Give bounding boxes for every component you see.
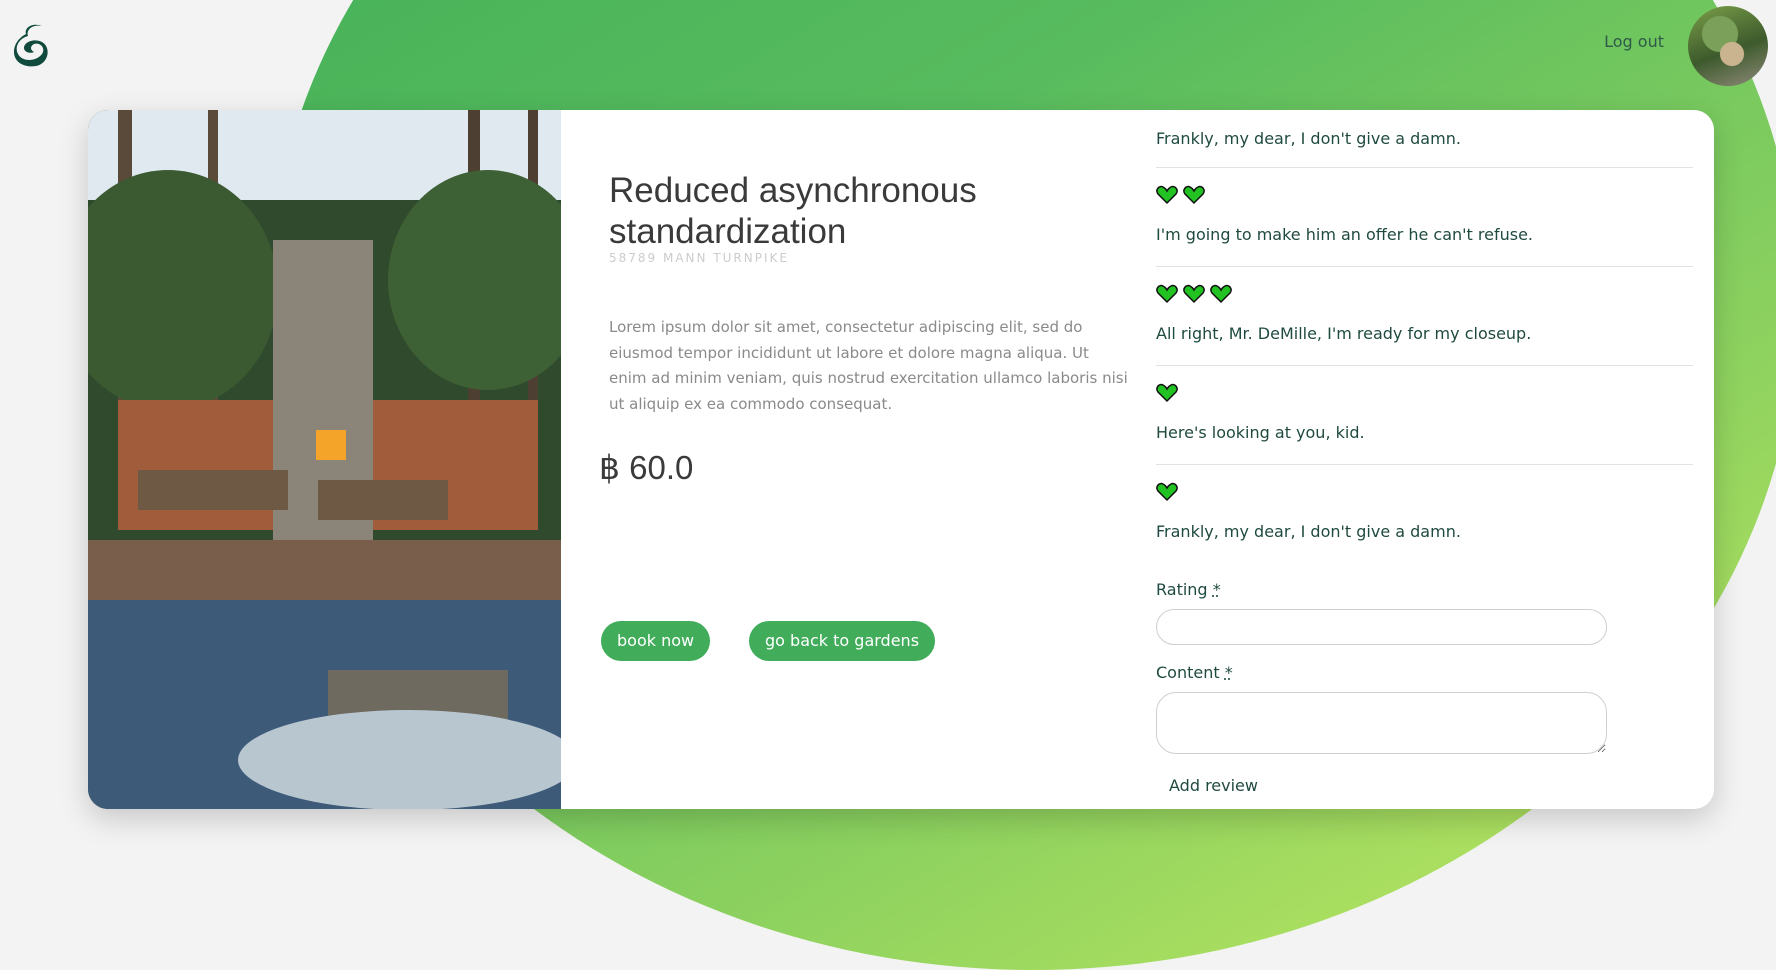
- review-text: Here's looking at you, kid.: [1156, 407, 1693, 464]
- reviews-panel: Frankly, my dear, I don't give a damn. I'…: [1156, 110, 1693, 809]
- review-list: Frankly, my dear, I don't give a damn. I'…: [1156, 110, 1693, 563]
- rating-label: Rating *: [1156, 580, 1693, 599]
- content-label: Content *: [1156, 663, 1693, 682]
- listing-details: Reduced asynchronous standardization 587…: [561, 110, 1226, 809]
- review-text: All right, Mr. DeMille, I'm ready for my…: [1156, 308, 1693, 365]
- garden-photo: [88, 110, 561, 809]
- required-mark: *: [1213, 580, 1221, 599]
- back-to-gardens-button[interactable]: go back to gardens: [749, 621, 935, 661]
- heart-icon: [1156, 482, 1178, 506]
- heart-icon: [1156, 185, 1178, 209]
- review-item: Frankly, my dear, I don't give a damn.: [1156, 465, 1693, 563]
- rating-input[interactable]: [1156, 609, 1607, 645]
- heart-icon: [1183, 185, 1205, 209]
- add-review-button[interactable]: Add review: [1169, 776, 1258, 795]
- heart-icon: [1183, 284, 1205, 308]
- heart-icon: [1156, 383, 1178, 407]
- review-item: I'm going to make him an offer he can't …: [1156, 168, 1693, 267]
- listing-description: Lorem ipsum dolor sit amet, consectetur …: [609, 315, 1129, 417]
- review-item: Here's looking at you, kid.: [1156, 366, 1693, 465]
- listing-card: Reduced asynchronous standardization 587…: [88, 110, 1714, 809]
- listing-title: Reduced asynchronous standardization: [609, 170, 1049, 252]
- review-rating: [1156, 267, 1693, 308]
- review-text: I'm going to make him an offer he can't …: [1156, 209, 1693, 266]
- listing-address: 58789 MANN TURNPIKE: [609, 251, 789, 265]
- required-mark: *: [1225, 663, 1233, 682]
- content-textarea[interactable]: [1156, 692, 1607, 754]
- book-now-button[interactable]: book now: [601, 621, 710, 661]
- review-item: All right, Mr. DeMille, I'm ready for my…: [1156, 267, 1693, 366]
- heart-icon: [1210, 284, 1232, 308]
- app-logo[interactable]: [12, 22, 56, 70]
- review-rating: [1156, 168, 1693, 209]
- review-item: Frankly, my dear, I don't give a damn.: [1156, 110, 1693, 168]
- review-rating: [1156, 465, 1693, 506]
- review-text: Frankly, my dear, I don't give a damn.: [1156, 110, 1693, 166]
- listing-price: ฿ 60.0: [599, 448, 693, 487]
- logout-link[interactable]: Log out: [1604, 32, 1664, 51]
- review-form: Rating * Content * Add review: [1156, 580, 1693, 795]
- user-avatar[interactable]: [1688, 6, 1768, 86]
- review-rating: [1156, 366, 1693, 407]
- heart-icon: [1156, 284, 1178, 308]
- review-text: Frankly, my dear, I don't give a damn.: [1156, 506, 1693, 563]
